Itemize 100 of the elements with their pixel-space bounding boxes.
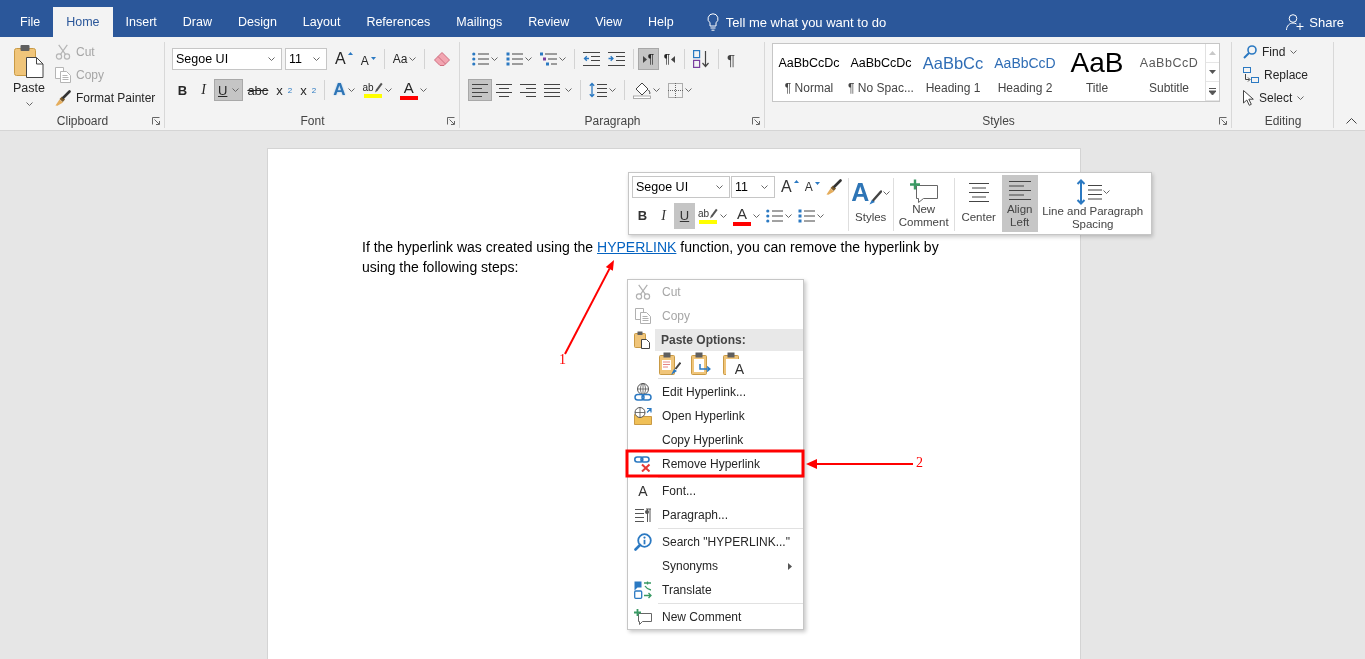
align-right-icon <box>520 83 536 97</box>
style-preview: AaBbCcD <box>994 54 1056 73</box>
menu-item[interactable]: Paragraph... <box>628 503 803 527</box>
share-button[interactable]: Share <box>1285 7 1345 37</box>
bold-button[interactable]: B <box>172 79 193 101</box>
direction-arrow-icon <box>671 55 676 63</box>
superscript-button[interactable]: x$^{2}$ <box>296 79 321 101</box>
align-left-button[interactable]: Align Left <box>1001 175 1038 232</box>
font-color-button[interactable]: A <box>730 204 764 227</box>
style-option[interactable]: AaBbCc Heading 1 <box>917 44 989 101</box>
hyperlink-text[interactable]: HYPERLINK <box>597 239 677 255</box>
dialog-launcher-icon[interactable] <box>752 117 760 125</box>
menu-item[interactable]: Synonyms <box>628 554 803 578</box>
paintbrush-icon <box>825 179 842 195</box>
bold-button[interactable]: B <box>632 202 653 229</box>
comment-icon <box>634 609 652 625</box>
style-option[interactable]: AaBbCcDc ¶ Normal <box>773 44 845 101</box>
grow-font-button[interactable]: A <box>331 48 357 70</box>
grow-font-button[interactable]: A <box>778 176 802 198</box>
menu-item[interactable]: Search "HYPERLINK..." <box>628 530 803 554</box>
font-size-field[interactable]: 11 <box>285 48 327 70</box>
paintbrush-icon <box>55 89 71 106</box>
paste-button[interactable]: Paste <box>10 40 48 108</box>
menu-item[interactable]: Open Hyperlink <box>628 404 803 428</box>
show-marks-button[interactable]: ¶ <box>723 48 740 70</box>
style-preview: AaBbCcDc <box>778 55 840 72</box>
center-button[interactable]: Center <box>955 175 1002 232</box>
ribbon-tab[interactable]: Layout <box>289 7 354 37</box>
menu-item[interactable]: Remove Hyperlink <box>628 452 803 476</box>
collapse-ribbon-icon[interactable] <box>1346 118 1357 124</box>
ribbon-tab[interactable]: Design <box>224 7 290 37</box>
right-to-left-button[interactable]: ¶ <box>659 48 680 70</box>
align-left-icon <box>1008 181 1031 201</box>
find-button[interactable]: Find <box>1239 40 1334 63</box>
menu-item[interactable]: Copy Hyperlink <box>628 428 803 452</box>
select-button[interactable]: Select <box>1239 86 1334 109</box>
dialog-launcher-icon[interactable] <box>447 117 455 125</box>
style-option[interactable]: AaBbCcD Subtitle <box>1133 44 1205 101</box>
caret-icon <box>685 88 692 92</box>
caret-icon <box>25 102 33 106</box>
paragraph-text: If the hyperlink was created using the HYPERLINK function, you can remove the hyperlink by using the following steps: <box>362 238 940 277</box>
caret-icon <box>653 88 660 92</box>
style-option[interactable]: AaBbCcD Heading 2 <box>989 44 1061 101</box>
italic-button[interactable]: I <box>193 79 214 101</box>
caret-icon <box>409 57 417 61</box>
globe-link-icon <box>634 383 652 401</box>
clipboard-arrow-icon <box>691 352 713 376</box>
underline-button[interactable]: U <box>214 79 244 101</box>
align-center-icon <box>496 83 512 97</box>
align-left-icon <box>472 83 488 97</box>
new-comment-button[interactable]: New Comment <box>894 175 953 232</box>
font-name-field[interactable]: Segoe UI <box>172 48 282 70</box>
line-spacing-button[interactable]: Line and Paragraph Spacing <box>1037 175 1148 232</box>
left-to-right-button[interactable]: ¶ <box>638 48 659 70</box>
styles-button[interactable]: A Styles <box>849 175 892 232</box>
highlight-button[interactable]: ab <box>358 79 396 101</box>
caret-icon <box>761 185 768 189</box>
style-option[interactable]: AaBbCcDc ¶ No Spac... <box>845 44 917 101</box>
highlight-button[interactable]: ab <box>695 204 731 227</box>
menu-item[interactable]: Edit Hyperlink... <box>628 380 803 404</box>
keep-formatting-button[interactable] <box>658 351 682 377</box>
broken-link-icon <box>634 456 652 472</box>
font-name-field[interactable]: Segoe UI <box>632 176 730 198</box>
tell-me-field[interactable]: Tell me what you want to do <box>725 13 896 31</box>
ribbon-tab[interactable]: Draw <box>169 7 225 37</box>
menu-item[interactable]: A Font... <box>628 479 803 503</box>
shrink-font-button[interactable]: A <box>801 176 823 198</box>
down-triangle-icon <box>814 182 820 185</box>
copy-icon <box>635 308 651 324</box>
style-option[interactable]: AaB Title <box>1061 44 1133 101</box>
text-effects-button[interactable]: A <box>329 79 359 101</box>
ribbon-tab[interactable]: Help <box>635 7 687 37</box>
caret-icon <box>313 57 320 61</box>
ribbon-tab[interactable]: Home <box>53 7 113 37</box>
ribbon-tab[interactable]: Insert <box>112 7 170 37</box>
underline-button[interactable]: U <box>674 202 695 229</box>
italic-button[interactable]: I <box>653 202 674 229</box>
callout-number: 2 <box>916 456 923 470</box>
menu-item[interactable]: New Comment <box>628 605 803 629</box>
eraser-icon <box>433 51 452 67</box>
replace-button[interactable]: Replace <box>1239 63 1334 86</box>
caret-icon <box>384 88 392 92</box>
align-left-button[interactable] <box>468 79 492 101</box>
change-case-button[interactable]: Aa <box>388 48 421 70</box>
marker-pen-icon <box>373 82 383 93</box>
ribbon-tab[interactable]: References <box>353 7 444 37</box>
caret-icon <box>559 57 566 61</box>
strikethrough-button[interactable]: abc <box>243 79 273 101</box>
decrease-indent-icon <box>583 52 600 66</box>
format-painter-button[interactable]: Format Painter <box>51 86 160 109</box>
shrink-font-button[interactable]: A <box>356 48 380 70</box>
ribbon-tab[interactable]: Mailings <box>443 7 516 37</box>
font-size-field[interactable]: 11 <box>731 176 775 198</box>
dialog-launcher-icon[interactable] <box>152 117 160 125</box>
ribbon-tab[interactable]: Review <box>515 7 583 37</box>
menu-item[interactable]: Translate <box>628 578 803 602</box>
ribbon-tab[interactable]: View <box>582 7 636 37</box>
font-color-button[interactable]: A <box>395 79 431 101</box>
ribbon-tab[interactable]: File <box>7 7 54 37</box>
dialog-launcher-icon[interactable] <box>1219 117 1227 125</box>
